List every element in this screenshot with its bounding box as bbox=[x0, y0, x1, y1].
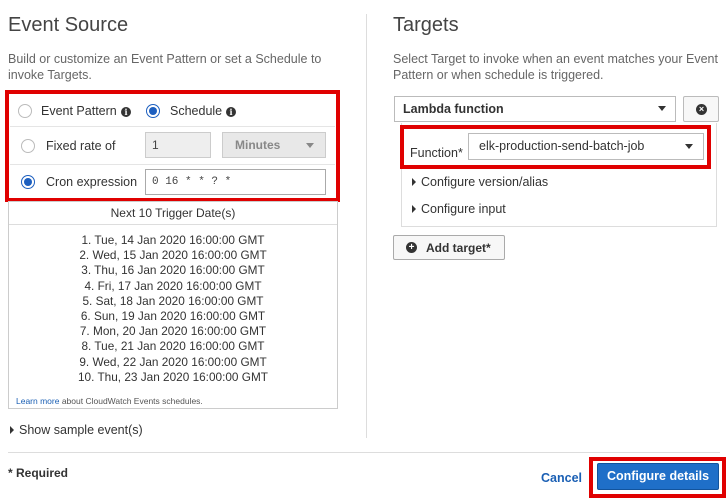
cron-expression-input[interactable]: 0 16 * * ? * bbox=[145, 169, 326, 195]
footer-divider bbox=[8, 452, 720, 453]
configure-details-button[interactable]: Configure details bbox=[597, 463, 719, 490]
cron-expression-radio[interactable] bbox=[21, 175, 35, 189]
fixed-rate-unit-value: Minutes bbox=[235, 138, 281, 152]
plus-icon: + bbox=[406, 242, 417, 253]
close-icon: × bbox=[696, 104, 707, 115]
target-type-select[interactable]: Lambda function bbox=[394, 96, 676, 122]
function-label: Function* bbox=[410, 146, 463, 160]
show-sample-events-toggle[interactable]: Show sample event(s) bbox=[19, 423, 143, 437]
cancel-link[interactable]: Cancel bbox=[541, 471, 582, 485]
trigger-date: 8. Tue, 21 Jan 2020 16:00:00 GMT bbox=[81, 339, 265, 354]
targets-title: Targets bbox=[393, 14, 459, 36]
learn-more-note: Learn more about CloudWatch Events sched… bbox=[16, 396, 203, 406]
event-source-description: Build or customize an Event Pattern or s… bbox=[8, 52, 322, 82]
event-pattern-radio[interactable] bbox=[18, 104, 32, 118]
trigger-date: 4. Fri, 17 Jan 2020 16:00:00 GMT bbox=[84, 278, 262, 293]
function-select[interactable]: elk-production-send-batch-job bbox=[468, 133, 704, 160]
schedule-info-icon[interactable]: i bbox=[226, 107, 236, 117]
learn-more-link[interactable]: Learn more bbox=[16, 396, 59, 406]
trigger-date: 7. Mon, 20 Jan 2020 16:00:00 GMT bbox=[79, 324, 267, 339]
targets-description: Select Target to invoke when an event ma… bbox=[393, 52, 718, 82]
trigger-date: 6. Sun, 19 Jan 2020 16:00:00 GMT bbox=[80, 309, 266, 324]
caret-right-icon bbox=[412, 178, 416, 186]
chevron-down-icon bbox=[306, 143, 314, 148]
trigger-date: 5. Sat, 18 Jan 2020 16:00:00 GMT bbox=[82, 293, 264, 308]
column-divider bbox=[366, 14, 367, 438]
trigger-dates-header: Next 10 Trigger Date(s) bbox=[9, 202, 337, 225]
chevron-down-icon bbox=[685, 144, 693, 149]
trigger-date: 3. Thu, 16 Jan 2020 16:00:00 GMT bbox=[81, 263, 265, 278]
trigger-dates-panel: Next 10 Trigger Date(s) 1. Tue, 14 Jan 2… bbox=[8, 201, 338, 409]
trigger-date: 9. Wed, 22 Jan 2020 16:00:00 GMT bbox=[79, 354, 267, 369]
required-note: * Required bbox=[8, 466, 69, 480]
caret-right-icon bbox=[412, 205, 416, 213]
remove-target-button[interactable]: × bbox=[683, 96, 719, 122]
configure-version-alias-toggle[interactable]: Configure version/alias bbox=[421, 175, 548, 189]
schedule-radio[interactable] bbox=[146, 104, 160, 118]
learn-more-text: about CloudWatch Events schedules. bbox=[59, 396, 203, 406]
function-value: elk-production-send-batch-job bbox=[479, 139, 645, 153]
fixed-rate-label: Fixed rate of bbox=[46, 139, 116, 153]
trigger-date: 1. Tue, 14 Jan 2020 16:00:00 GMT bbox=[81, 233, 265, 247]
divider bbox=[10, 126, 335, 127]
schedule-label: Schedule bbox=[170, 104, 223, 118]
chevron-down-icon bbox=[658, 106, 666, 111]
configure-input-toggle[interactable]: Configure input bbox=[421, 202, 506, 216]
fixed-rate-radio[interactable] bbox=[21, 139, 35, 153]
trigger-date: 10. Thu, 23 Jan 2020 16:00:00 GMT bbox=[78, 369, 268, 384]
cron-expression-label: Cron expression bbox=[46, 175, 138, 189]
fixed-rate-input[interactable]: 1 bbox=[145, 132, 211, 158]
event-pattern-label: Event Pattern bbox=[41, 104, 117, 118]
add-target-label: Add target* bbox=[426, 241, 491, 255]
target-type-value: Lambda function bbox=[403, 102, 504, 116]
add-target-button[interactable]: + Add target* bbox=[393, 235, 505, 260]
trigger-date: 2. Wed, 15 Jan 2020 16:00:00 GMT bbox=[79, 248, 267, 263]
caret-right-icon bbox=[10, 426, 14, 434]
event-pattern-info-icon[interactable]: i bbox=[121, 107, 131, 117]
divider bbox=[10, 164, 335, 165]
trigger-dates-list: 1. Tue, 14 Jan 2020 16:00:00 GMT 2. Wed,… bbox=[9, 233, 337, 385]
event-source-title: Event Source bbox=[8, 14, 129, 36]
